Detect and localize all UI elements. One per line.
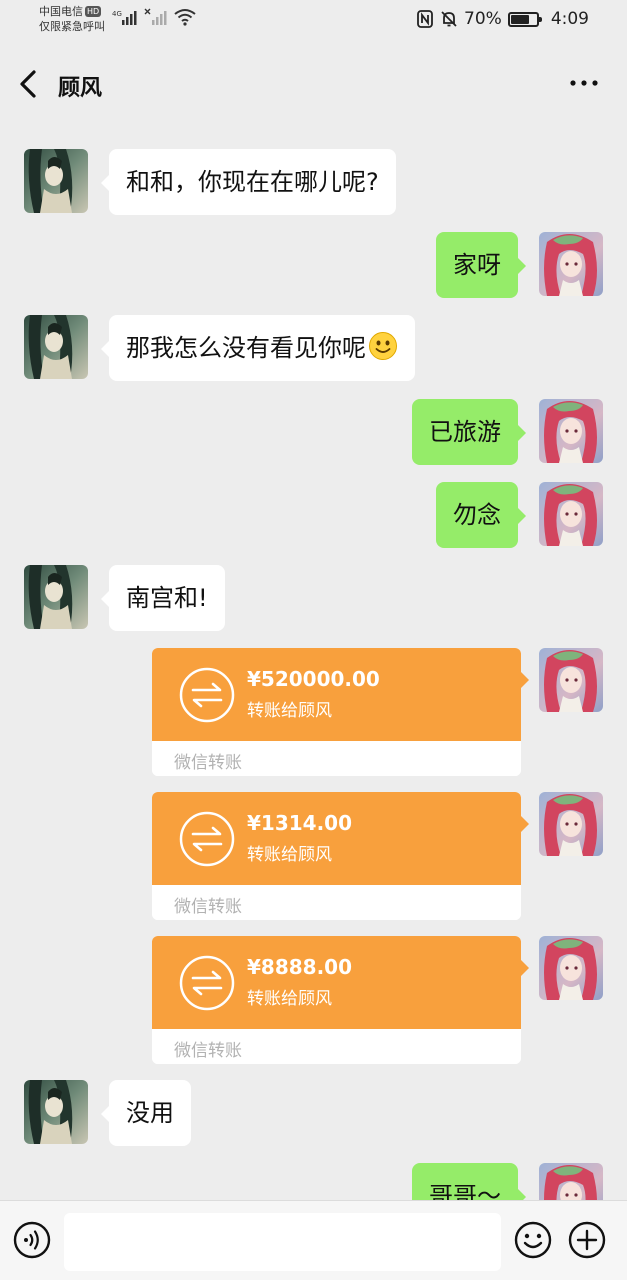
back-arrow-icon[interactable] [14, 66, 48, 102]
outgoing-message[interactable]: 勿念 [436, 482, 526, 548]
signal-4g-icon: 4G [112, 10, 137, 25]
wifi-icon [174, 9, 196, 26]
bubble-tail [521, 816, 529, 832]
contact-avatar[interactable] [24, 565, 88, 629]
transfer-card-footer: 微信转账 [152, 1029, 521, 1064]
emoji-icon[interactable] [513, 1220, 553, 1260]
message-input[interactable] [64, 1213, 501, 1271]
chat-header: 顾风 [0, 40, 627, 128]
transfer-icon [179, 667, 235, 723]
carrier-info: 中国电信 HD 仅限紧急呼叫 [39, 4, 105, 34]
self-avatar[interactable] [539, 482, 603, 546]
incoming-message[interactable]: 南宫和! [101, 565, 225, 631]
hd-badge: HD [85, 6, 102, 17]
transfer-amount: ¥1314.00 [247, 811, 353, 835]
message-text: 那我怎么没有看见你呢 [126, 334, 366, 362]
transfer-description: 转账给顾风 [247, 701, 332, 721]
bubble-tail [521, 672, 529, 688]
voice-icon[interactable] [12, 1220, 52, 1260]
self-avatar[interactable] [539, 936, 603, 1000]
contact-avatar[interactable] [24, 1080, 88, 1144]
mute-bell-icon [441, 11, 457, 27]
transfer-icon [179, 955, 235, 1011]
carrier-name: 中国电信 [39, 5, 83, 18]
signal-no-service-icon [144, 8, 167, 25]
self-avatar[interactable] [539, 399, 603, 463]
chat-title: 顾风 [58, 76, 103, 101]
status-bar: 中国电信 HD 仅限紧急呼叫 4G 70% 4:09 [0, 0, 627, 40]
transfer-amount: ¥8888.00 [247, 955, 353, 979]
transfer-amount: ¥520000.00 [247, 667, 380, 691]
transfer-card[interactable]: ¥520000.00 转账给顾风 微信转账 [152, 648, 521, 776]
bubble-tail [521, 960, 529, 976]
incoming-message[interactable]: 和和，你现在在哪儿呢? [101, 149, 396, 215]
contact-avatar[interactable] [24, 315, 88, 379]
self-avatar[interactable] [539, 648, 603, 712]
transfer-footer-label: 微信转账 [174, 1041, 242, 1061]
incoming-message[interactable]: 那我怎么没有看见你呢 [101, 315, 415, 381]
transfer-card-footer: 微信转账 [152, 741, 521, 776]
transfer-footer-label: 微信转账 [174, 897, 242, 917]
input-bar [0, 1200, 627, 1280]
plus-icon[interactable] [567, 1220, 607, 1260]
clock: 4:09 [550, 9, 589, 29]
transfer-footer-label: 微信转账 [174, 753, 242, 773]
transfer-description: 转账给顾风 [247, 845, 332, 865]
transfer-card[interactable]: ¥1314.00 转账给顾风 微信转账 [152, 792, 521, 920]
smile-emoji-icon [369, 332, 397, 360]
outgoing-message[interactable]: 已旅游 [412, 399, 526, 465]
contact-avatar[interactable] [24, 149, 88, 213]
self-avatar[interactable] [539, 792, 603, 856]
status-right: 70% 4:09 [416, 9, 589, 29]
message-list[interactable]: 和和，你现在在哪儿呢? 家呀 那我怎么没有看见你呢 已旅游 勿念 南宫和! ¥5… [0, 128, 627, 1200]
transfer-card[interactable]: ¥8888.00 转账给顾风 微信转账 [152, 936, 521, 1064]
transfer-card-footer: 微信转账 [152, 885, 521, 920]
outgoing-message[interactable]: 家呀 [436, 232, 526, 298]
outgoing-message[interactable]: 哥哥～ [412, 1163, 526, 1200]
network-type-label: 4G [112, 10, 122, 18]
battery-percent: 70% [464, 9, 502, 29]
battery-icon [507, 11, 542, 27]
transfer-card-body: ¥1314.00 转账给顾风 [152, 792, 521, 885]
transfer-icon [179, 811, 235, 867]
transfer-description: 转账给顾风 [247, 989, 332, 1009]
nfc-icon [417, 10, 433, 28]
emergency-only-text: 仅限紧急呼叫 [39, 20, 105, 33]
transfer-card-body: ¥8888.00 转账给顾风 [152, 936, 521, 1029]
self-avatar[interactable] [539, 232, 603, 296]
transfer-card-body: ¥520000.00 转账给顾风 [152, 648, 521, 741]
self-avatar[interactable] [539, 1163, 603, 1200]
incoming-message[interactable]: 没用 [101, 1080, 191, 1146]
network-icons: 4G [112, 8, 196, 26]
more-options-icon[interactable] [567, 70, 601, 96]
